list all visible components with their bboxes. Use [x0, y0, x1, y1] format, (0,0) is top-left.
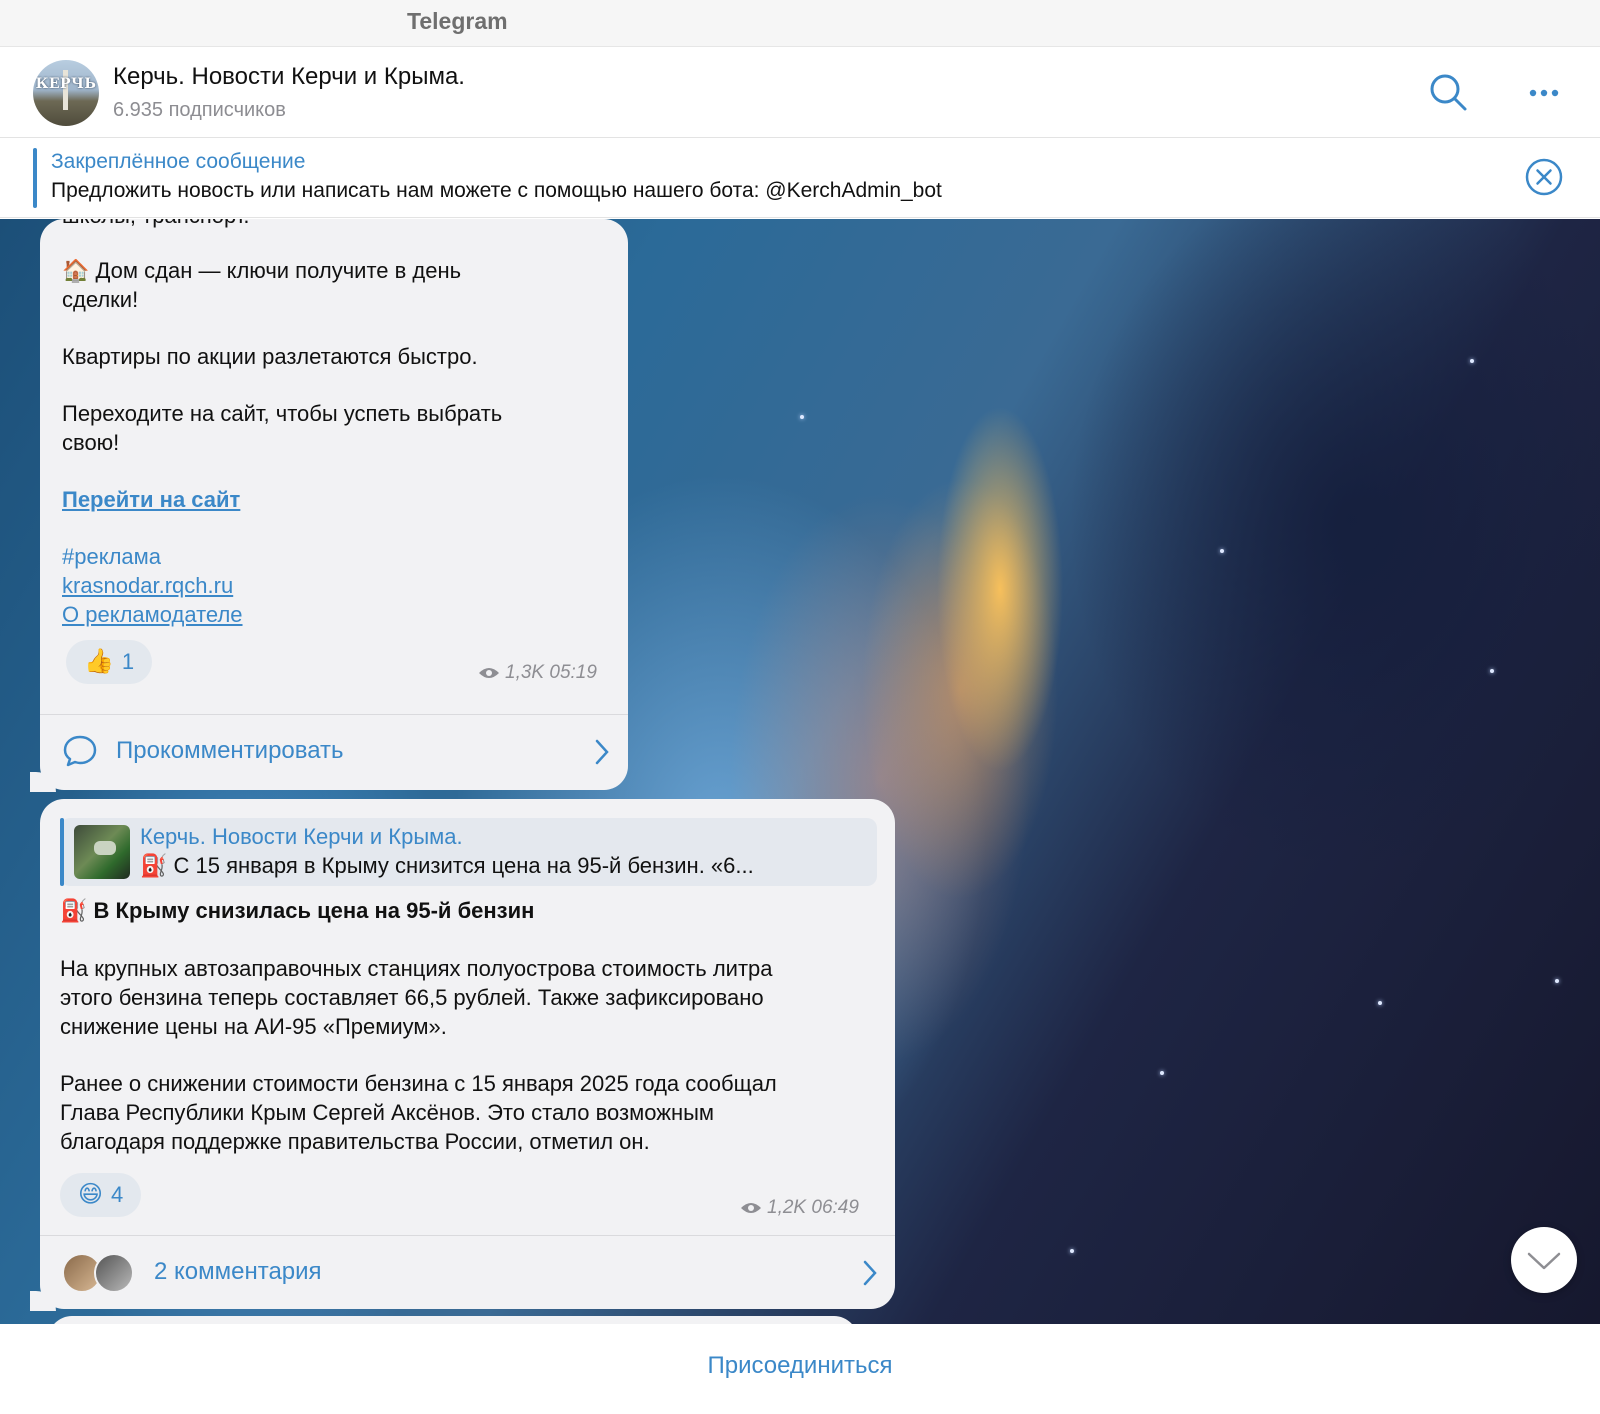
message-meta: 1,2K 06:49 — [740, 1197, 859, 1219]
forward-accent-bar — [60, 818, 64, 886]
chevron-right-icon — [863, 1260, 877, 1286]
message-text-line: Квартиры по акции разлетаются быстро. — [62, 344, 478, 369]
message-text-line: этого бензина теперь составляет 66,5 руб… — [60, 985, 764, 1010]
domain-link[interactable]: krasnodar.rqch.ru — [62, 571, 233, 600]
chevron-down-icon — [1527, 1252, 1561, 1270]
background-star — [1378, 1001, 1382, 1005]
pinned-accent-bar — [33, 148, 37, 208]
site-link[interactable]: Перейти на сайт — [62, 485, 240, 514]
channel-header: КЕРЧЬ Керчь. Новости Керчи и Крыма. 6.93… — [0, 47, 1600, 138]
forward-text: ⛽ С 15 января в Крыму снизится цена на 9… — [140, 853, 754, 878]
channel-avatar[interactable]: КЕРЧЬ — [33, 60, 99, 126]
comment-button[interactable]: Прокомментировать — [40, 715, 628, 787]
forwarded-preview[interactable]: Керчь. Новости Керчи и Крыма. ⛽ С 15 янв… — [60, 818, 877, 886]
background-star — [1555, 979, 1559, 983]
view-count: 1,3K — [505, 662, 545, 683]
message-text-line: Ранее о снижении стоимости бензина с 15 … — [60, 1071, 777, 1096]
hashtag-link[interactable]: #реклама — [62, 542, 161, 571]
comments-count-label: 2 комментария — [154, 1258, 322, 1285]
background-star — [800, 415, 804, 419]
message-text-line: школы, транспорт. — [62, 219, 250, 230]
fuel-pump-emoji: ⛽ — [60, 898, 88, 923]
pinned-message[interactable]: Закреплённое сообщение Предложить новост… — [0, 138, 1600, 218]
headline-text: В Крыму снизилась цена на 95-й бензин — [93, 898, 535, 923]
message-text: Дом сдан — ключи получите в день — [95, 258, 462, 283]
advertiser-link[interactable]: О рекламодателе — [62, 600, 243, 629]
view-count: 1,2K — [767, 1197, 807, 1218]
reaction-count: 4 — [111, 1182, 124, 1207]
message-text-line: На крупных автозаправочных станциях полу… — [60, 956, 773, 981]
window-title: Telegram — [407, 8, 508, 34]
pinned-title: Закреплённое сообщение — [51, 150, 306, 173]
thumbs-up-emoji: 👍 — [84, 648, 114, 675]
message-headline: ⛽ В Крыму снизилась цена на 95-й бензин — [60, 896, 534, 925]
reaction-count: 1 — [121, 649, 135, 674]
reaction-pill[interactable]: 😄 4 — [60, 1173, 142, 1217]
forward-source-title: Керчь. Новости Керчи и Крыма. — [140, 824, 463, 849]
subscriber-count: 6.935 подписчиков — [113, 99, 286, 121]
message-bubble[interactable]: Керчь. Новости Керчи и Крыма. ⛽ С 15 янв… — [40, 799, 895, 1309]
background-star — [1490, 669, 1494, 673]
channel-name[interactable]: Керчь. Новости Керчи и Крыма. — [113, 63, 465, 91]
message-text-line: Переходите на сайт, чтобы успеть выбрать — [62, 401, 503, 426]
bottom-bar: Присоединиться — [0, 1324, 1600, 1414]
more-icon[interactable] — [1524, 71, 1568, 115]
house-emoji: 🏠 — [62, 258, 90, 283]
message-meta: 1,3K 05:19 — [478, 662, 597, 684]
message-text-line: Глава Республики Крым Сергей Аксёнов. Эт… — [60, 1100, 715, 1125]
scroll-down-button[interactable] — [1511, 1227, 1577, 1293]
message-text-line: сделки! — [62, 287, 139, 312]
chevron-right-icon — [595, 739, 609, 765]
join-button[interactable]: Присоединиться — [0, 1352, 1600, 1380]
close-pinned-icon[interactable] — [1524, 157, 1564, 197]
comments-button[interactable]: 2 комментария — [40, 1236, 895, 1308]
pinned-text: Предложить новость или написать нам може… — [51, 179, 942, 202]
forward-thumbnail — [74, 825, 130, 879]
search-icon[interactable] — [1427, 71, 1471, 115]
reaction-pill[interactable]: 👍 1 — [66, 640, 153, 684]
background-star — [1070, 1249, 1074, 1253]
fuel-nozzle-image — [94, 841, 116, 855]
eye-icon — [741, 1202, 761, 1213]
commenter-avatar — [94, 1253, 134, 1293]
message-bubble[interactable]: школы, транспорт. 🏠 Дом сдан — ключи пол… — [40, 219, 628, 790]
message-text-line: благодаря поддержке правительства России… — [60, 1129, 650, 1154]
message-text-line: 🏠 Дом сдан — ключи получите в день — [62, 256, 461, 285]
avatar-logo-text: КЕРЧЬ — [35, 76, 97, 92]
comment-bubble-icon — [63, 735, 97, 767]
grinning-face-emoji: 😄 — [78, 1181, 104, 1208]
message-time: 06:49 — [811, 1197, 859, 1218]
background-star — [1160, 1071, 1164, 1075]
comment-label: Прокомментировать — [116, 737, 344, 764]
message-text-line: снижение цены на АИ-95 «Премиум». — [60, 1014, 447, 1039]
window-titlebar: Telegram — [0, 0, 1600, 47]
background-star — [1220, 549, 1224, 553]
eye-icon — [479, 667, 499, 678]
message-time: 05:19 — [549, 662, 597, 683]
message-text-line: свою! — [62, 430, 120, 455]
background-star — [1470, 359, 1474, 363]
